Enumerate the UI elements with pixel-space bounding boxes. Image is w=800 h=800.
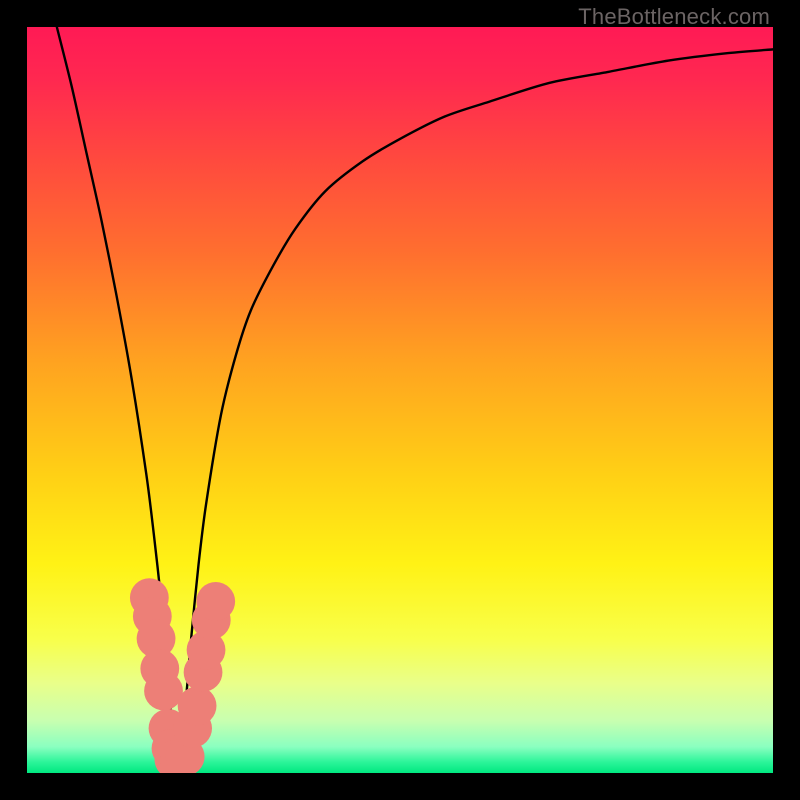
data-marker [144, 672, 183, 711]
plot-area [27, 27, 773, 773]
data-marker [196, 582, 235, 621]
curve-layer [27, 27, 773, 773]
watermark-text: TheBottleneck.com [578, 4, 770, 30]
data-markers [130, 578, 235, 773]
data-marker [178, 686, 217, 725]
chart-frame: TheBottleneck.com [0, 0, 800, 800]
